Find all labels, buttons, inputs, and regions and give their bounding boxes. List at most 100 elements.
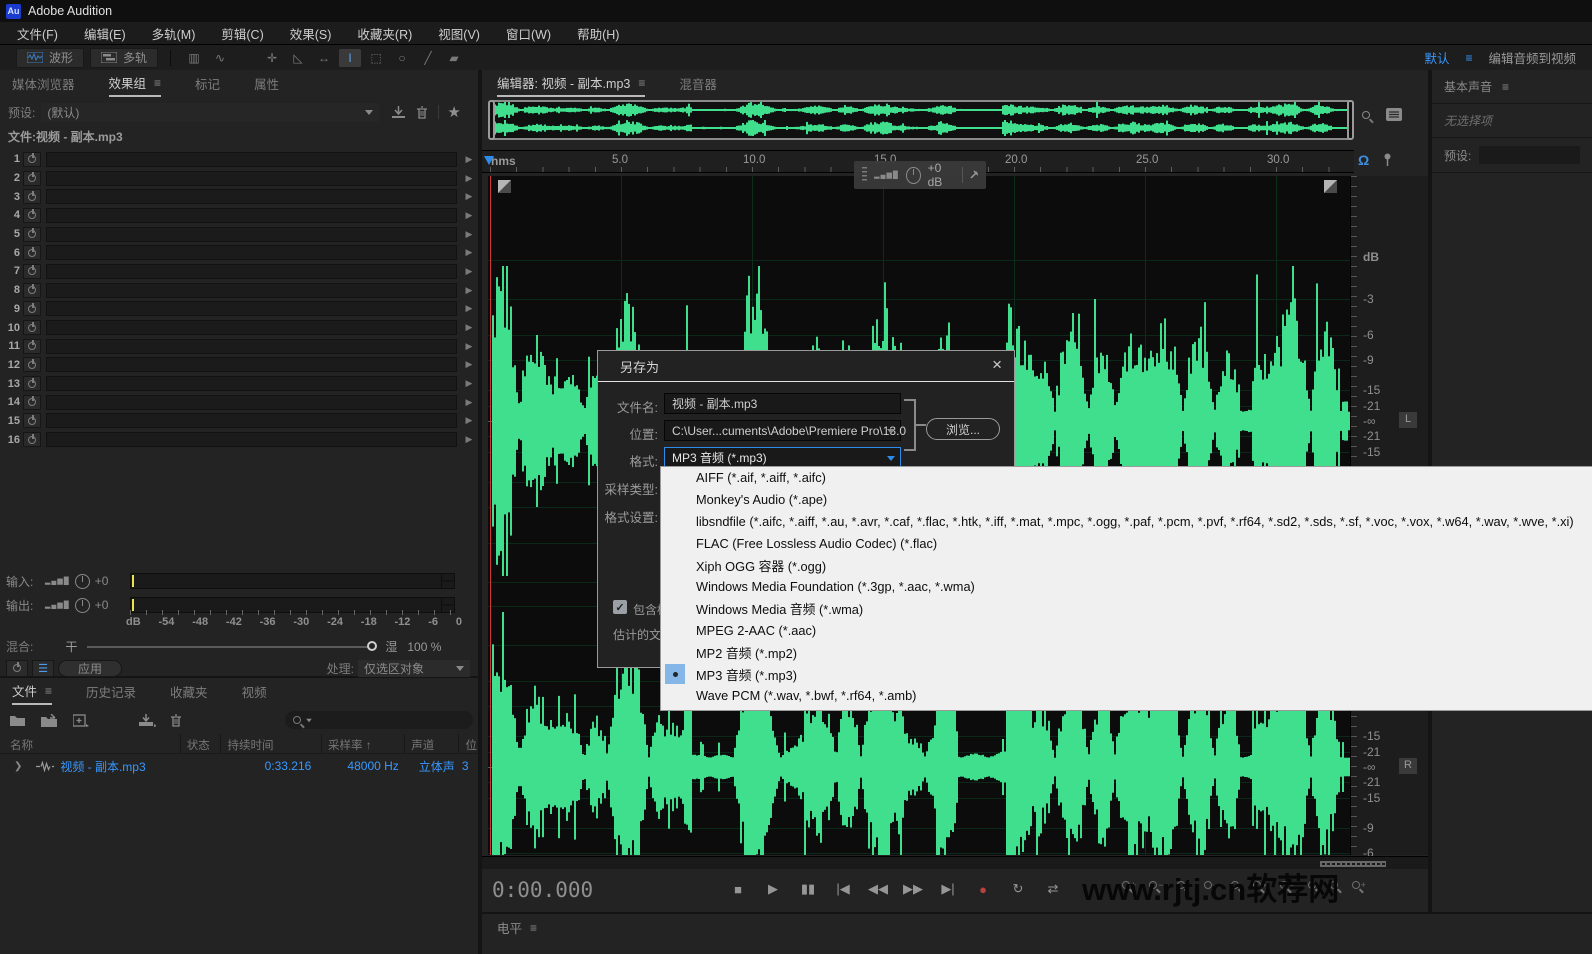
save-preset-icon[interactable] xyxy=(391,106,406,119)
workspace-menu-icon[interactable]: ≡ xyxy=(1465,51,1472,65)
tab-mixer[interactable]: 混音器 xyxy=(679,70,717,97)
format-option[interactable]: Xiph OGG 容器 (*.ogg) xyxy=(661,554,1592,576)
effect-slot[interactable]: 10▶ xyxy=(0,318,478,337)
slot-effect-bar[interactable] xyxy=(46,245,457,260)
slot-power-button[interactable] xyxy=(23,395,41,410)
menu-item[interactable]: 多轨(M) xyxy=(139,22,209,44)
effect-slot[interactable]: 4▶ xyxy=(0,206,478,225)
slot-arrow-icon[interactable]: ▶ xyxy=(460,266,478,277)
trash-icon[interactable] xyxy=(170,714,182,727)
include-markers-checkbox[interactable]: ✓ xyxy=(613,600,627,614)
file-row[interactable]: ❯ 视频 - 副本.mp3 0:33.216 48000 Hz 立体声 3 xyxy=(0,755,478,777)
effect-slot[interactable]: 6▶ xyxy=(0,243,478,262)
effect-slot[interactable]: 13▶ xyxy=(0,374,478,393)
playhead-marker[interactable] xyxy=(484,156,495,170)
menu-item[interactable]: 视图(V) xyxy=(425,22,493,44)
slot-effect-bar[interactable] xyxy=(46,301,457,316)
slot-arrow-icon[interactable]: ▶ xyxy=(460,397,478,408)
lasso-tool-icon[interactable]: ○ xyxy=(391,49,413,67)
menu-item[interactable]: 编辑(E) xyxy=(71,22,139,44)
skip-to-end-button[interactable]: ▶| xyxy=(935,877,961,901)
slot-power-button[interactable] xyxy=(23,189,41,204)
format-option[interactable]: Monkey's Audio (*.ape) xyxy=(661,489,1592,511)
razor-tool-icon[interactable]: ◺ xyxy=(287,49,309,67)
open-file-icon[interactable] xyxy=(10,714,27,726)
tab-files-1[interactable]: 历史记录 xyxy=(86,678,136,705)
favorite-star-icon[interactable]: ★ xyxy=(447,103,460,121)
column-header-4[interactable]: 声道 xyxy=(404,734,458,753)
import-file-icon[interactable] xyxy=(41,714,59,727)
fade-in-handle[interactable] xyxy=(498,180,511,193)
slot-power-button[interactable] xyxy=(23,339,41,354)
effect-slot[interactable]: 1▶ xyxy=(0,150,478,169)
rewind-button[interactable]: ◀◀ xyxy=(865,877,891,901)
play-button[interactable]: ▶ xyxy=(760,877,786,901)
column-header-5[interactable]: 位 xyxy=(458,734,478,753)
marquee-tool-icon[interactable]: ⬚ xyxy=(365,49,387,67)
menu-item[interactable]: 收藏夹(R) xyxy=(344,22,425,44)
skip-to-start-button[interactable]: |◀ xyxy=(830,877,856,901)
fast-forward-button[interactable]: ▶▶ xyxy=(900,877,926,901)
fade-out-handle[interactable] xyxy=(1324,180,1337,193)
slot-power-button[interactable] xyxy=(23,357,41,372)
filename-input[interactable]: 视频 - 副本.mp3 xyxy=(664,393,901,414)
slot-arrow-icon[interactable]: ▶ xyxy=(460,229,478,240)
rack-power-button[interactable] xyxy=(6,660,28,677)
column-header-3[interactable]: 采样率 ↑ xyxy=(321,734,404,753)
waveform-view-button[interactable]: 波形 xyxy=(16,48,84,68)
stop-button[interactable]: ■ xyxy=(725,877,751,901)
slot-power-button[interactable] xyxy=(23,245,41,260)
tab-files-3[interactable]: 视频 xyxy=(242,678,267,705)
slot-arrow-icon[interactable]: ▶ xyxy=(460,303,478,314)
slot-arrow-icon[interactable]: ▶ xyxy=(460,191,478,202)
wave-monitor-icon[interactable]: ∿ xyxy=(209,49,231,67)
slot-effect-bar[interactable] xyxy=(46,227,457,242)
format-option[interactable]: MPEG 2-AAC (*.aac) xyxy=(661,620,1592,642)
slot-power-button[interactable] xyxy=(23,413,41,428)
format-option[interactable]: AIFF (*.aif, *.aiff, *.aifc) xyxy=(661,467,1592,489)
slot-effect-bar[interactable] xyxy=(46,320,457,335)
slot-power-button[interactable] xyxy=(23,227,41,242)
format-option[interactable]: Windows Media Foundation (*.3gp, *.aac, … xyxy=(661,576,1592,598)
preset-select[interactable]: (默认) xyxy=(41,103,379,122)
slot-effect-bar[interactable] xyxy=(46,152,457,167)
slot-arrow-icon[interactable]: ▶ xyxy=(460,285,478,296)
histogram-icon[interactable]: ▥ xyxy=(183,49,205,67)
menu-item[interactable]: 帮助(H) xyxy=(564,22,632,44)
process-select[interactable]: 仅选区对象 xyxy=(358,660,470,677)
format-option[interactable]: MP2 音频 (*.mp2) xyxy=(661,641,1592,663)
tab-effects-2[interactable]: 标记 xyxy=(195,70,220,97)
expand-chevron-icon[interactable]: ❯ xyxy=(14,761,22,772)
time-selection-icon[interactable]: ↔ xyxy=(313,49,335,67)
input-gain-knob[interactable] xyxy=(75,574,90,589)
effect-slot[interactable]: 8▶ xyxy=(0,281,478,300)
slot-effect-bar[interactable] xyxy=(46,189,457,204)
panel-menu-icon[interactable]: ≡ xyxy=(638,76,645,90)
loop-playback-button[interactable]: ↻ xyxy=(1005,877,1031,901)
snap-magnet-icon[interactable]: Ω xyxy=(1358,152,1369,168)
menu-item[interactable]: 文件(F) xyxy=(4,22,71,44)
slot-effect-bar[interactable] xyxy=(46,432,457,447)
slot-power-button[interactable] xyxy=(23,208,41,223)
delete-preset-icon[interactable] xyxy=(416,106,428,119)
panel-menu-icon[interactable]: ≡ xyxy=(45,684,52,698)
slot-power-button[interactable] xyxy=(23,301,41,316)
mix-slider[interactable] xyxy=(87,646,375,648)
mix-slider-knob[interactable] xyxy=(367,641,377,651)
ibeam-tool-icon[interactable]: I xyxy=(339,49,361,67)
tab-effects-0[interactable]: 媒体浏览器 xyxy=(12,70,75,97)
format-select[interactable]: MP3 音频 (*.mp3) xyxy=(664,447,901,468)
workspace-mode-label[interactable]: 编辑音频到视频 xyxy=(1488,48,1576,67)
slot-arrow-icon[interactable]: ▶ xyxy=(460,247,478,258)
slot-effect-bar[interactable] xyxy=(46,208,457,223)
slot-arrow-icon[interactable]: ▶ xyxy=(460,415,478,426)
panel-menu-icon[interactable]: ≡ xyxy=(1502,80,1509,94)
files-search-input[interactable] xyxy=(285,711,473,729)
slot-arrow-icon[interactable]: ▶ xyxy=(460,173,478,184)
hud-grip-icon[interactable] xyxy=(862,167,867,183)
effect-slot[interactable]: 7▶ xyxy=(0,262,478,281)
move-playhead-button[interactable]: ⇄ xyxy=(1040,877,1066,901)
rack-list-button[interactable]: ☰ xyxy=(32,660,54,677)
effect-slot[interactable]: 3▶ xyxy=(0,187,478,206)
slot-power-button[interactable] xyxy=(23,152,41,167)
